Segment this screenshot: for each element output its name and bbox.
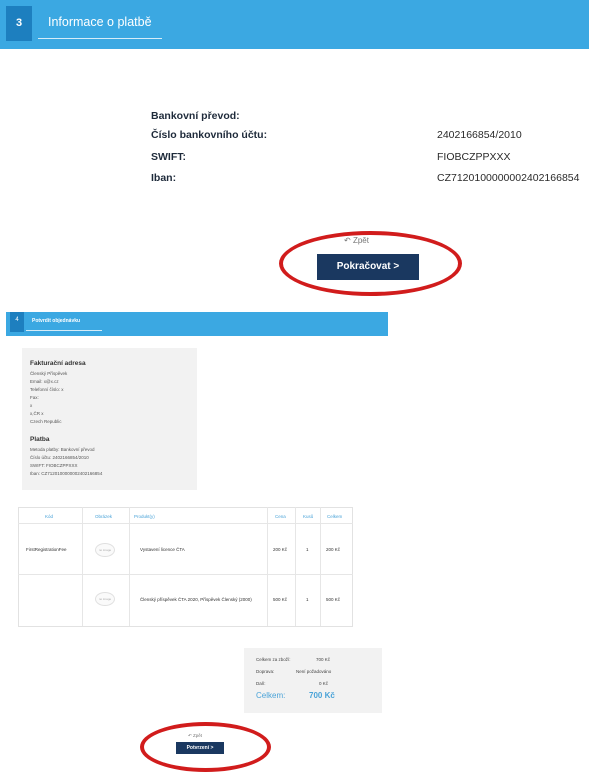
shipping-value: Není požadováno — [296, 669, 332, 674]
tax-value: 0 Kč — [319, 681, 329, 686]
row-2-product-name[interactable]: Členský příspěvek ČTA 2020, Příspěvek Čl… — [140, 597, 252, 602]
step-3-title[interactable]: Informace o platbě — [48, 15, 152, 29]
table-column-divider — [129, 507, 130, 626]
column-header-product: Produkt(y) — [134, 514, 155, 519]
tax-label: Daň: — [256, 681, 266, 686]
payment-line: Číslo účtu: 2402166854/2010 — [30, 455, 89, 460]
table-header-divider — [18, 523, 353, 524]
swift-value: FIOBCZPPXXX — [437, 151, 511, 163]
step-4-title-underline — [26, 330, 102, 331]
iban-label: Iban: — [151, 172, 177, 184]
billing-line: Fax: — [30, 395, 39, 400]
row-1-product-image: no image — [95, 543, 115, 557]
column-header-code: Kód — [45, 514, 54, 519]
row-1-price: 200 Kč — [273, 547, 288, 552]
shipping-label: Doprava: — [256, 669, 275, 674]
billing-line: Telefonní číslo: x — [30, 387, 64, 392]
payment-line: Metoda platby: Bankovní převod — [30, 447, 95, 452]
subtotal-label: Celkem za zboží: — [256, 657, 291, 662]
row-2-total: 500 Kč — [326, 597, 341, 602]
continue-highlight-ring — [279, 231, 462, 296]
row-2-product-image: no image — [95, 592, 115, 606]
billing-line: x — [30, 403, 33, 408]
table-column-divider — [295, 507, 296, 626]
payment-line: Iban: CZ7120100000002402166854 — [30, 471, 103, 476]
row-1-product-name[interactable]: Vystavení licence ČTA — [140, 547, 185, 552]
grand-total-value: 700 Kč — [309, 691, 335, 700]
table-column-divider — [267, 507, 268, 626]
step-4-title[interactable]: Potvrdit objednávku — [32, 318, 80, 324]
account-number-label: Číslo bankovního účtu: — [151, 129, 268, 141]
swift-label: SWIFT: — [151, 151, 186, 163]
step-4-header-bar — [6, 312, 388, 336]
column-header-total: Celkem — [327, 514, 343, 519]
iban-value: CZ7120100000002402166854 — [437, 172, 580, 184]
grand-total-label: Celkem: — [256, 691, 286, 700]
row-1-qty: 1 — [306, 547, 309, 552]
row-1-code: FirstRegistrationFee — [26, 547, 67, 552]
billing-line: Email: x@x.cz — [30, 379, 59, 384]
step-4-number-badge: 4 — [10, 312, 24, 332]
column-header-price: Cena — [275, 514, 286, 519]
column-header-image: Obrázek — [95, 514, 113, 519]
table-column-divider — [82, 507, 83, 626]
billing-line: Czech Republic — [30, 419, 62, 424]
step-3-title-underline — [38, 38, 162, 39]
billing-line: Členský Příspěvek — [30, 371, 68, 376]
confirm-highlight-ring — [140, 722, 271, 772]
subtotal-value: 700 Kč — [316, 657, 331, 662]
billing-line: x,ČR x — [30, 411, 44, 416]
bank-transfer-heading: Bankovní převod: — [151, 110, 240, 122]
table-row-divider — [18, 574, 353, 575]
row-2-price: 500 Kč — [273, 597, 288, 602]
order-table — [18, 507, 353, 627]
billing-address-heading: Fakturační adresa — [30, 360, 86, 367]
payment-heading: Platba — [30, 436, 50, 443]
column-header-qty: Kusů — [303, 514, 314, 519]
row-2-qty: 1 — [306, 597, 309, 602]
account-number-value: 2402166854/2010 — [437, 129, 522, 141]
table-column-divider — [320, 507, 321, 626]
step-3-number-badge: 3 — [6, 6, 32, 41]
payment-line: SWIFT: FIOBCZPPXXX — [30, 463, 78, 468]
row-1-total: 200 Kč — [326, 547, 341, 552]
